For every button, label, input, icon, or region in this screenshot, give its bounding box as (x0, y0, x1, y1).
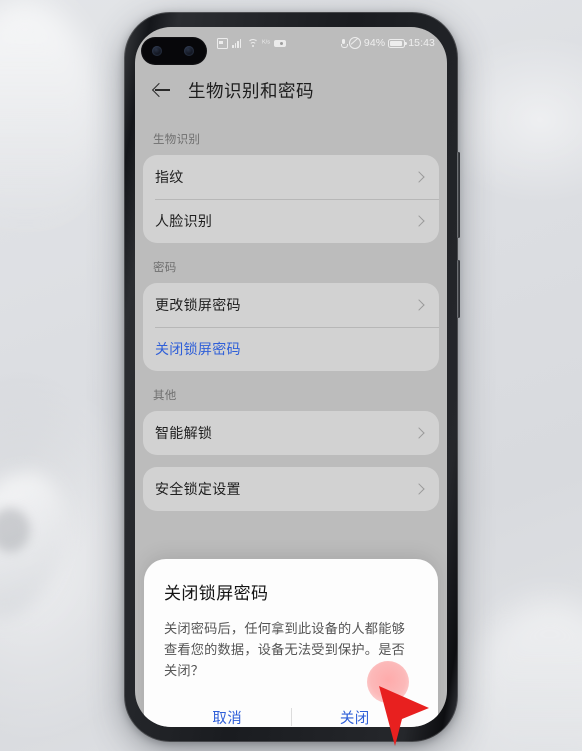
cancel-button[interactable]: 取消 (164, 707, 291, 728)
background-highlight-right (470, 600, 582, 751)
mute-icon (348, 37, 361, 49)
chevron-right-icon (413, 483, 425, 495)
settings-row-label: 人脸识别 (155, 213, 213, 229)
power-button[interactable] (457, 260, 460, 318)
page-title: 生物识别和密码 (188, 80, 314, 101)
status-bar-left-icons: K/s (217, 38, 286, 49)
screenshot-scene: K/s 94% 15:43 生物识别和密码 生物识别指纹人脸识别密码更改锁屏密码… (0, 0, 582, 751)
app-title-bar: 生物识别和密码 (135, 65, 447, 115)
dialog-message: 关闭密码后，任何拿到此设备的人都能够查看您的数据，设备无法受到保护。是否关闭？ (164, 621, 405, 678)
signal-bars-icon (232, 39, 243, 48)
battery-icon (388, 38, 408, 48)
chevron-right-icon (413, 427, 425, 439)
settings-card: 智能解锁 (143, 411, 439, 455)
dialog-actions: 取消 关闭 (164, 695, 418, 727)
front-camera-lens-secondary-icon (184, 46, 194, 56)
section-label: 其他 (153, 390, 177, 402)
settings-card: 指纹 人脸识别 (143, 155, 439, 243)
microphone-icon (340, 38, 348, 48)
clock-label: 15:43 (408, 37, 435, 49)
settings-row-label: 安全锁定设置 (155, 481, 241, 497)
status-bar: K/s 94% 15:43 (135, 27, 447, 65)
settings-row[interactable]: 指纹 (143, 155, 439, 199)
back-arrow-icon[interactable] (152, 80, 172, 100)
settings-row[interactable]: 关闭锁屏密码 (143, 327, 439, 371)
settings-row-label: 指纹 (155, 169, 184, 185)
settings-list: 生物识别指纹人脸识别密码更改锁屏密码 关闭锁屏密码其他智能解锁安全锁定设置 (135, 115, 447, 511)
battery-percent-label: 94% (363, 37, 386, 49)
settings-row-label: 关闭锁屏密码 (155, 341, 241, 357)
settings-row[interactable]: 人脸识别 (143, 199, 439, 243)
sim-card-icon (217, 38, 228, 49)
volume-button[interactable] (457, 152, 460, 238)
confirm-button[interactable]: 关闭 (292, 707, 419, 728)
settings-row-label: 智能解锁 (155, 425, 213, 441)
settings-row[interactable]: 安全锁定设置 (143, 467, 439, 511)
section-label: 生物识别 (153, 134, 201, 146)
front-camera-lens-icon (152, 46, 162, 56)
status-bar-right-icons: 94% 15:43 (340, 37, 435, 49)
video-recording-icon (273, 40, 286, 47)
chevron-right-icon (413, 171, 425, 183)
wifi-icon (247, 39, 258, 48)
section-label: 密码 (153, 262, 177, 274)
dialog-title: 关闭锁屏密码 (164, 584, 269, 603)
chevron-right-icon (413, 215, 425, 227)
settings-card: 安全锁定设置 (143, 467, 439, 511)
punch-hole-camera (141, 37, 207, 65)
phone-screen: K/s 94% 15:43 生物识别和密码 生物识别指纹人脸识别密码更改锁屏密码… (135, 27, 447, 727)
settings-row[interactable]: 智能解锁 (143, 411, 439, 455)
settings-row-label: 更改锁屏密码 (155, 297, 241, 313)
chevron-right-icon (413, 299, 425, 311)
confirm-dialog: 关闭锁屏密码 关闭密码后，任何拿到此设备的人都能够查看您的数据，设备无法受到保护… (144, 559, 438, 727)
phone-device-frame: K/s 94% 15:43 生物识别和密码 生物识别指纹人脸识别密码更改锁屏密码… (124, 12, 460, 742)
network-speed-icon: K/s (262, 39, 270, 46)
settings-row[interactable]: 更改锁屏密码 (143, 283, 439, 327)
background-highlight (0, 0, 100, 240)
settings-card: 更改锁屏密码 关闭锁屏密码 (143, 283, 439, 371)
